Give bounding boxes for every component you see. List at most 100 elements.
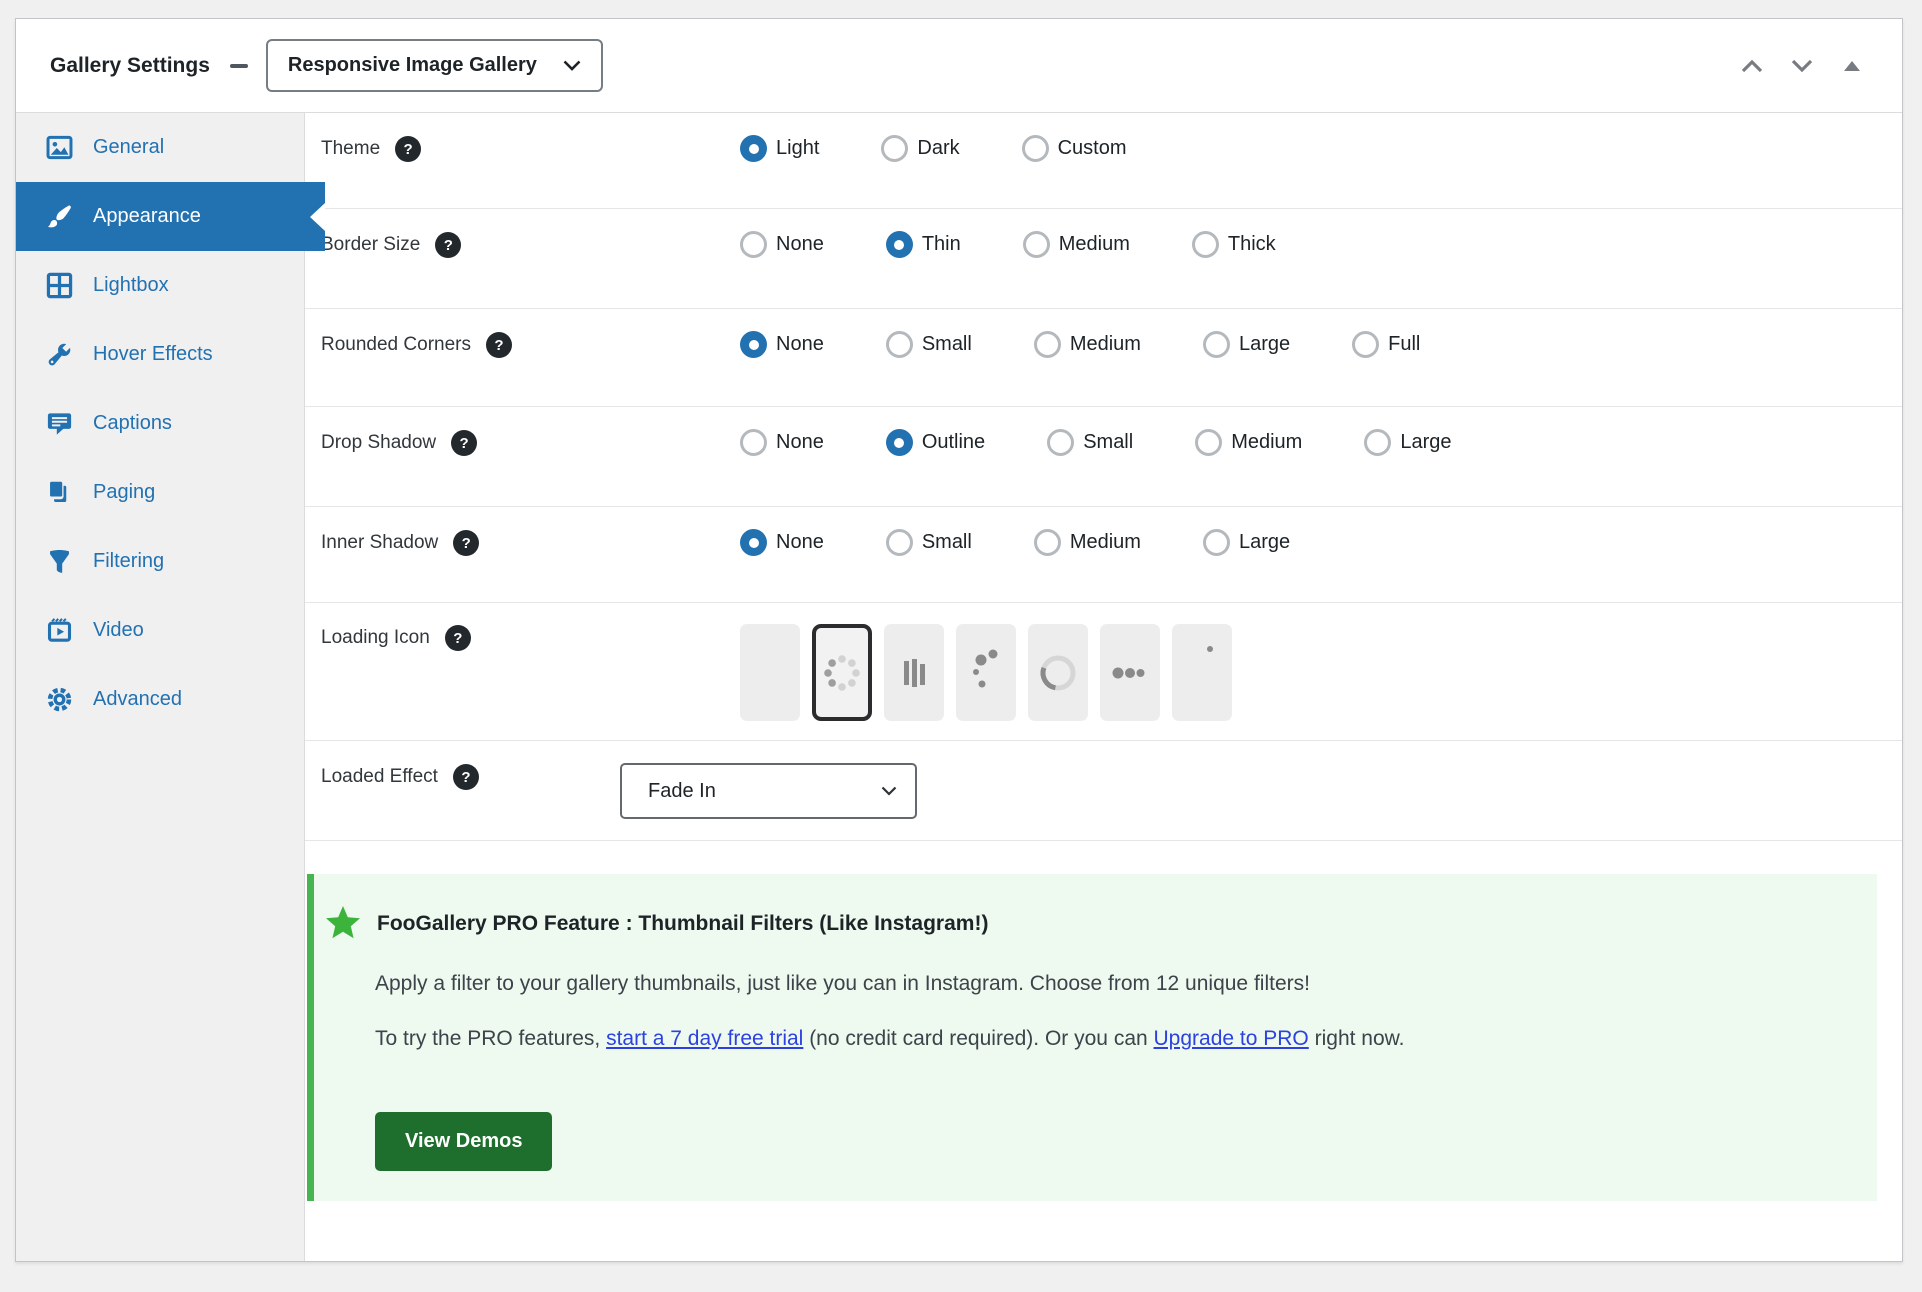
radio-border-none[interactable]: None <box>740 231 824 258</box>
loaded-effect-value: Fade In <box>648 779 716 802</box>
setting-row-drop-shadow: Drop Shadow ? None Outline Small Medium … <box>305 407 1902 507</box>
sidebar-item-general[interactable]: General <box>16 113 304 182</box>
sidebar-item-hover-effects[interactable]: Hover Effects <box>16 320 304 389</box>
radio-label: None <box>776 233 824 255</box>
collapse-panel-button[interactable] <box>1832 46 1872 86</box>
radio-circle[interactable] <box>740 135 767 162</box>
radio-circle[interactable] <box>885 429 913 456</box>
radio-rounded-medium[interactable]: Medium <box>1033 331 1141 358</box>
theme-radio-group: Light Dark Custom <box>740 135 1189 162</box>
radio-circle[interactable] <box>885 231 913 258</box>
sidebar-item-video[interactable]: Video <box>16 596 304 665</box>
help-icon[interactable]: ? <box>453 530 480 556</box>
radio-circle[interactable] <box>1352 331 1380 358</box>
help-icon[interactable]: ? <box>452 764 479 790</box>
radio-circle[interactable] <box>1047 429 1075 456</box>
radio-label: Small <box>921 531 972 553</box>
radio-circle[interactable] <box>885 529 913 556</box>
radio-dropshadow-large[interactable]: Large <box>1364 429 1452 456</box>
move-down-button[interactable] <box>1782 46 1822 86</box>
radio-rounded-full[interactable]: Full <box>1352 331 1420 358</box>
setting-label: Drop Shadow <box>321 432 437 453</box>
setting-row-loading-icon: Loading Icon ? <box>305 603 1902 741</box>
radio-innershadow-small[interactable]: Small <box>885 529 972 556</box>
setting-row-border-size: Border Size ? None Thin Medium Thick <box>305 209 1902 309</box>
sidebar-item-label: Lightbox <box>93 274 169 296</box>
view-demos-button[interactable]: View Demos <box>375 1112 553 1172</box>
radio-dropshadow-medium[interactable]: Medium <box>1195 429 1302 456</box>
loading-icon-option-ring-spinner[interactable] <box>1028 624 1088 721</box>
radio-rounded-none[interactable]: None <box>740 331 824 358</box>
radio-circle[interactable] <box>1191 231 1219 258</box>
radio-innershadow-large[interactable]: Large <box>1202 529 1290 556</box>
loaded-effect-select[interactable]: Fade In <box>620 763 917 819</box>
radio-circle[interactable] <box>740 331 767 358</box>
help-icon[interactable]: ? <box>435 232 462 258</box>
radio-circle[interactable] <box>1033 529 1061 556</box>
radio-theme-custom[interactable]: Custom <box>1021 135 1127 162</box>
gallery-template-dropdown[interactable]: Responsive Image Gallery <box>265 39 603 92</box>
sidebar-item-lightbox[interactable]: Lightbox <box>16 251 304 320</box>
collapse-dash-button[interactable] <box>224 51 254 81</box>
radio-circle[interactable] <box>1022 231 1050 258</box>
radio-label: Large <box>1400 431 1452 453</box>
radio-dropshadow-outline[interactable]: Outline <box>885 429 985 456</box>
radio-border-thin[interactable]: Thin <box>885 231 961 258</box>
move-up-button[interactable] <box>1732 46 1772 86</box>
radio-label: Medium <box>1231 431 1303 453</box>
radio-label: Dark <box>917 137 960 159</box>
sidebar-item-appearance[interactable]: Appearance <box>16 182 325 251</box>
radio-label: Medium <box>1058 233 1130 255</box>
gallery-template-value: Responsive Image Gallery <box>287 54 537 76</box>
radio-theme-light[interactable]: Light <box>740 135 819 162</box>
sidebar-item-advanced[interactable]: Advanced <box>16 665 304 734</box>
radio-border-thick[interactable]: Thick <box>1191 231 1276 258</box>
loading-icon-option-trail-dots[interactable] <box>956 624 1016 721</box>
setting-label: Inner Shadow <box>321 532 439 553</box>
radio-innershadow-none[interactable]: None <box>740 529 824 556</box>
radio-circle[interactable] <box>1202 331 1230 358</box>
loading-icon-option-dotted-spinner[interactable] <box>812 624 872 721</box>
radio-dropshadow-small[interactable]: Small <box>1047 429 1133 456</box>
radio-label: Thin <box>921 233 961 255</box>
free-trial-link[interactable]: start a 7 day free trial <box>606 1027 803 1050</box>
radio-rounded-large[interactable]: Large <box>1202 331 1290 358</box>
radio-label: None <box>776 333 824 355</box>
radio-circle[interactable] <box>1202 529 1230 556</box>
radio-rounded-small[interactable]: Small <box>885 331 972 358</box>
help-icon[interactable]: ? <box>451 430 478 456</box>
ring-spinner-icon <box>1040 655 1076 690</box>
radio-circle[interactable] <box>1033 331 1061 358</box>
radio-circle[interactable] <box>740 529 767 556</box>
loading-icon-option-pulse-dot[interactable] <box>1172 624 1232 721</box>
radio-circle[interactable] <box>1364 429 1392 456</box>
radio-circle[interactable] <box>740 231 767 258</box>
loading-icon-option-three-dots[interactable] <box>1100 624 1160 721</box>
move-down-icon <box>1791 59 1813 72</box>
radio-circle[interactable] <box>885 331 913 358</box>
radio-dropshadow-none[interactable]: None <box>740 429 824 456</box>
radio-innershadow-medium[interactable]: Medium <box>1033 529 1141 556</box>
radio-circle[interactable] <box>1195 429 1223 456</box>
grid-window-icon <box>46 272 73 299</box>
radio-theme-dark[interactable]: Dark <box>881 135 960 162</box>
help-icon[interactable]: ? <box>395 136 422 162</box>
radio-circle[interactable] <box>740 429 767 456</box>
sidebar-item-paging[interactable]: Paging <box>16 458 304 527</box>
help-icon[interactable]: ? <box>444 625 471 651</box>
sidebar-item-captions[interactable]: Captions <box>16 389 304 458</box>
sidebar-item-label: Captions <box>93 412 172 434</box>
help-icon[interactable]: ? <box>485 332 512 358</box>
setting-row-theme: Theme ? Light Dark Custom <box>305 113 1902 209</box>
radio-label: Thick <box>1227 233 1276 255</box>
chevron-down-icon <box>563 60 581 71</box>
radio-circle[interactable] <box>1021 135 1049 162</box>
upgrade-to-pro-link[interactable]: Upgrade to PRO <box>1154 1027 1309 1050</box>
loading-icon-option-none[interactable] <box>740 624 800 721</box>
metabox-order-controls <box>1732 46 1872 86</box>
radio-border-medium[interactable]: Medium <box>1022 231 1130 258</box>
radio-circle[interactable] <box>881 135 909 162</box>
border-size-radio-group: None Thin Medium Thick <box>740 231 1338 258</box>
loading-icon-option-bars[interactable] <box>884 624 944 721</box>
sidebar-item-filtering[interactable]: Filtering <box>16 527 304 596</box>
